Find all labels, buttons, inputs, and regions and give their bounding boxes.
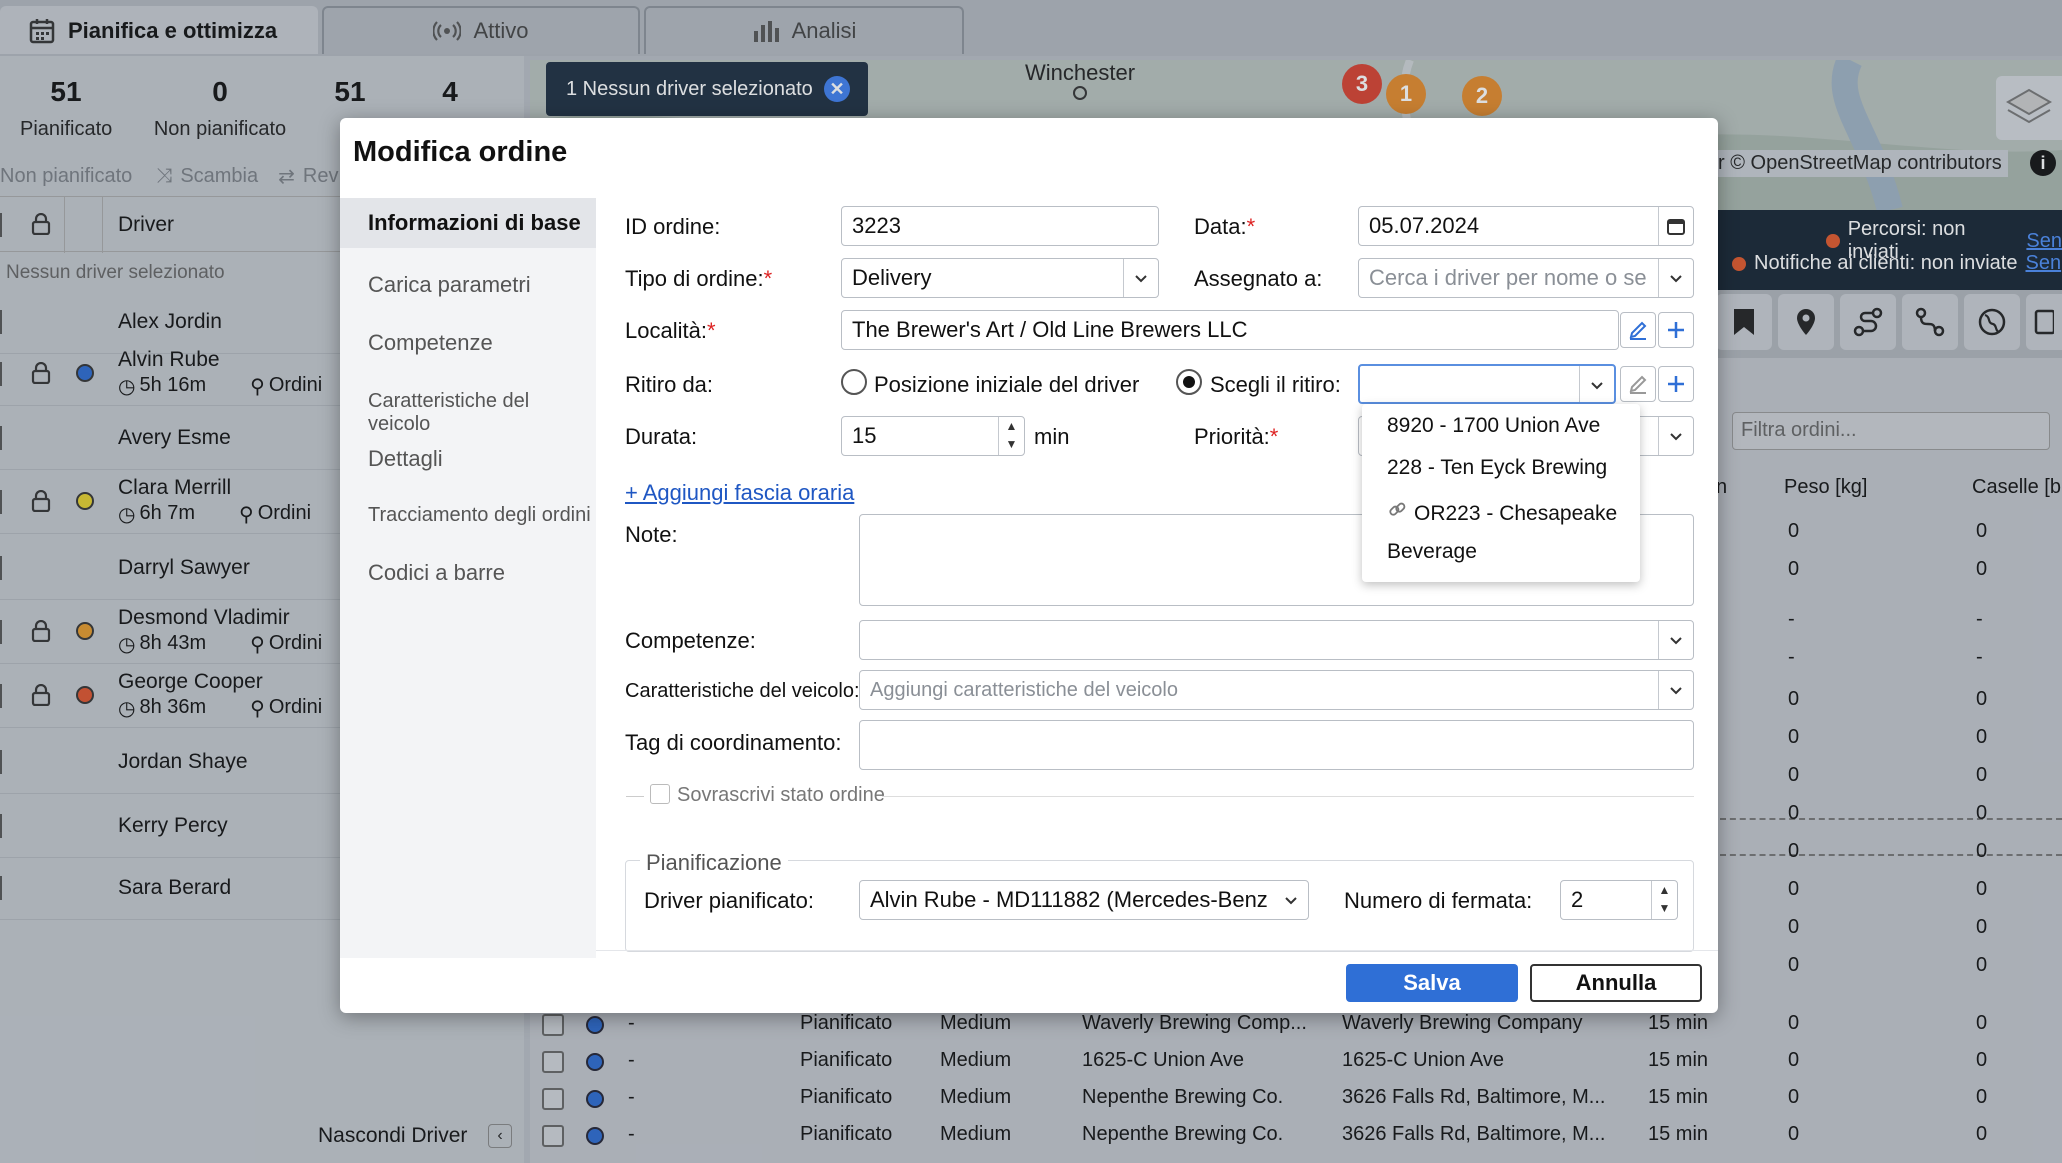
pickup-option-continued[interactable]: Beverage: [1387, 540, 1477, 564]
link-icon: [1388, 500, 1408, 520]
skills-label: Competenze:: [625, 628, 756, 653]
date-label-text: Data:: [1194, 214, 1247, 239]
modal-nav: Informazioni di base Carica parametri Co…: [340, 198, 596, 958]
order-id-label: ID ordine:: [625, 214, 721, 239]
location-input[interactable]: The Brewer's Art / Old Line Brewers LLC: [841, 310, 1619, 350]
order-id-value: 3223: [852, 213, 901, 238]
calendar-icon[interactable]: [1667, 217, 1685, 235]
duration-value: 15: [852, 423, 877, 448]
pickup-option[interactable]: 228 - Ten Eyck Brewing: [1387, 456, 1607, 480]
vehicle-features-select[interactable]: Aggiungi caratteristiche del veicolo: [859, 670, 1694, 710]
stop-number-input[interactable]: 2 ▲ ▼: [1560, 880, 1678, 920]
notes-label: Note:: [625, 522, 678, 547]
chevron-down-icon: [1588, 376, 1606, 394]
planned-driver-label: Driver pianificato:: [644, 888, 814, 913]
override-status-label: Sovrascrivi stato ordine: [677, 784, 885, 806]
chevron-down-icon: [1132, 269, 1150, 287]
pickup-driver-start-radio[interactable]: [841, 369, 867, 395]
modal-title: Modifica ordine: [353, 136, 568, 168]
date-input[interactable]: 05.07.2024: [1358, 206, 1694, 246]
location-label: Località:*: [625, 318, 716, 343]
date-value: 05.07.2024: [1369, 213, 1480, 238]
vehicle-features-label: Caratteristiche del veicolo:: [625, 680, 860, 702]
skills-select[interactable]: [859, 620, 1694, 660]
planned-driver-value: Alvin Rube - MD111882 (Mercedes-Benz: [870, 887, 1268, 912]
order-id-input[interactable]: 3223: [841, 206, 1159, 246]
date-label: Data:*: [1194, 214, 1256, 239]
duration-stepper[interactable]: ▲ ▼: [998, 417, 1024, 455]
nav-details[interactable]: Dettagli: [368, 446, 443, 472]
chevron-down-icon: [1282, 891, 1300, 909]
pickup-dropdown: 8920 - 1700 Union Ave 228 - Ten Eyck Bre…: [1362, 404, 1640, 582]
duration-unit: min: [1034, 424, 1070, 449]
pickup-option-driver-start[interactable]: Posizione iniziale del driver: [874, 372, 1139, 398]
order-type-label: Tipo di ordine:*: [625, 266, 773, 291]
assigned-driver-search[interactable]: Cerca i driver per nome o se: [1358, 258, 1694, 298]
stop-number-value: 2: [1571, 887, 1584, 912]
override-status-checkbox[interactable]: [650, 784, 670, 804]
nav-skills[interactable]: Competenze: [368, 330, 493, 356]
location-value: The Brewer's Art / Old Line Brewers LLC: [852, 317, 1248, 342]
nav-order-tracking[interactable]: Tracciamento degli ordini: [368, 504, 591, 527]
location-label-text: Località:: [625, 318, 707, 343]
stop-number-label: Numero di fermata:: [1344, 888, 1533, 913]
nav-basic-info[interactable]: Informazioni di base: [340, 198, 596, 248]
edit-location-button[interactable]: [1620, 312, 1656, 348]
duration-label: Durata:: [625, 424, 698, 449]
priority-label: Priorità:*: [1194, 424, 1279, 449]
pickup-label: Ritiro da:: [625, 372, 714, 397]
save-button[interactable]: Salva: [1346, 964, 1518, 1002]
planning-legend: Pianificazione: [640, 850, 788, 876]
nav-load-params[interactable]: Carica parametri: [368, 272, 531, 298]
add-pickup-button[interactable]: [1658, 366, 1694, 402]
assigned-placeholder: Cerca i driver per nome o se: [1369, 265, 1647, 290]
pickup-select[interactable]: [1358, 364, 1616, 404]
nav-barcodes[interactable]: Codici a barre: [368, 560, 505, 586]
pickup-option-choose[interactable]: Scegli il ritiro:: [1210, 372, 1341, 398]
order-type-label-text: Tipo di ordine:: [625, 266, 764, 291]
edit-pickup-button[interactable]: [1620, 366, 1656, 402]
duration-input[interactable]: 15 ▲ ▼: [841, 416, 1025, 456]
priority-label-text: Priorità:: [1194, 424, 1270, 449]
add-time-window-link[interactable]: + Aggiungi fascia oraria: [625, 480, 854, 506]
vehicle-features-placeholder: Aggiungi caratteristiche del veicolo: [870, 678, 1178, 701]
assigned-label: Assegnato a:: [1194, 266, 1323, 291]
planned-driver-select[interactable]: Alvin Rube - MD111882 (Mercedes-Benz: [859, 880, 1309, 920]
coordination-tag-label: Tag di coordinamento:: [625, 730, 842, 755]
order-type-select[interactable]: Delivery: [841, 258, 1159, 298]
pickup-option[interactable]: OR223 - Chesapeake: [1414, 502, 1617, 526]
chevron-down-icon: [1667, 681, 1685, 699]
chevron-down-icon: [1667, 427, 1685, 445]
coordination-tag-input[interactable]: [859, 720, 1694, 770]
stop-number-stepper[interactable]: ▲ ▼: [1651, 881, 1677, 919]
cancel-button[interactable]: Annulla: [1530, 964, 1702, 1002]
pickup-option[interactable]: 8920 - 1700 Union Ave: [1387, 414, 1600, 438]
add-location-button[interactable]: [1658, 312, 1694, 348]
chevron-down-icon: [1667, 269, 1685, 287]
chevron-down-icon: [1667, 631, 1685, 649]
order-type-value: Delivery: [852, 265, 932, 290]
pickup-choose-radio[interactable]: [1176, 369, 1202, 395]
nav-vehicle-features[interactable]: Caratteristiche del veicolo: [368, 390, 596, 436]
